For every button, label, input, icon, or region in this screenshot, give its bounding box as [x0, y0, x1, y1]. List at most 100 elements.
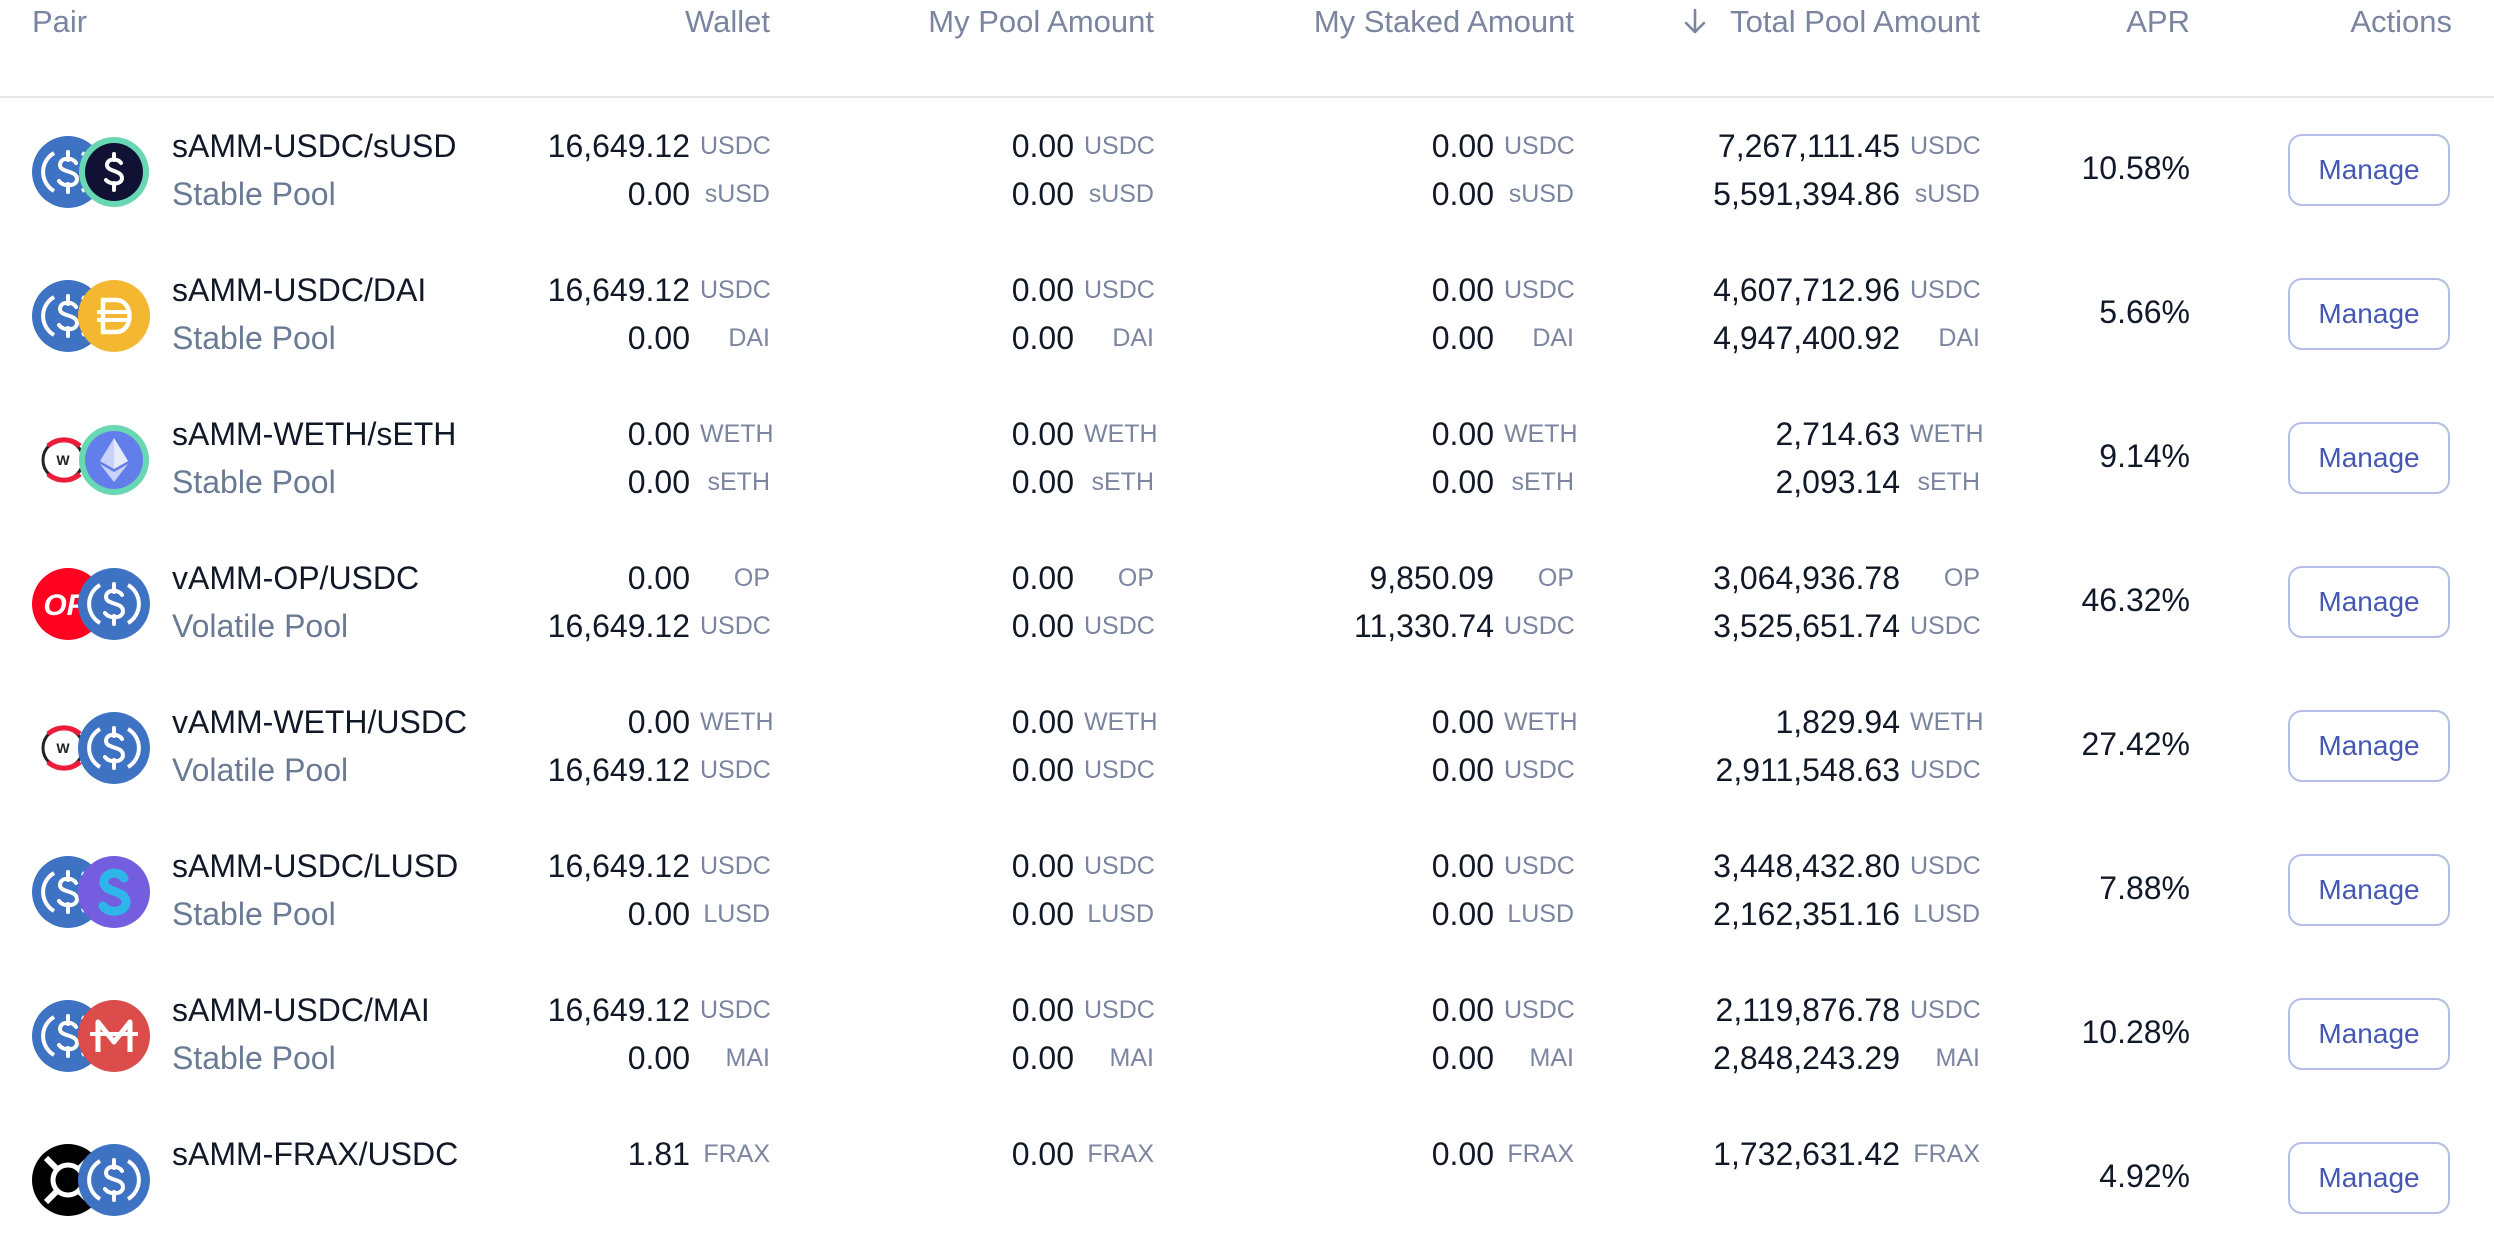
wallet-value: 1.81 — [627, 1136, 690, 1172]
pool-amount-value: 0.00 — [1011, 848, 1074, 884]
wallet-value: 16,649.12 — [547, 272, 690, 308]
pool-amount-symbol: WETH — [1084, 420, 1158, 448]
manage-button[interactable]: Manage — [2288, 134, 2450, 206]
column-my-staked-amount[interactable]: My Staked Amount — [1200, 2, 1574, 42]
wallet-value: 0.00 — [627, 560, 690, 596]
column-apr[interactable]: APR — [2000, 2, 2190, 42]
table-row[interactable]: sAMM-USDC/LUSD Stable Pool 16,649.12 USDC 0.… — [0, 818, 2494, 962]
table-row[interactable]: sAMM-USDC/MAI Stable Pool 16,649.12 USDC 0.0… — [0, 962, 2494, 1106]
wallet-value: 16,649.12 — [547, 848, 690, 884]
column-my-pool-amount[interactable]: My Pool Amount — [820, 2, 1154, 42]
pair-name: sAMM-USDC/MAI — [172, 992, 430, 1028]
manage-button[interactable]: Manage — [2288, 998, 2450, 1070]
pool-amount-symbol: USDC — [1084, 276, 1155, 304]
pair-name: vAMM-OP/USDC — [172, 560, 420, 596]
wallet-value: 0.00 — [627, 1040, 690, 1076]
table-row[interactable]: WsAMM-WETH/sETH Stable Pool 0.00 WETH 0.00 sE… — [0, 386, 2494, 530]
pool-amount-value: 0.00 — [1011, 176, 1074, 212]
column-pair[interactable]: Pair — [32, 2, 87, 42]
table-row[interactable]: WvAMM-WETH/USDC Volatile Pool 0.00 WETH 16,6… — [0, 674, 2494, 818]
staked-amount-value: 0.00 — [1431, 416, 1494, 452]
susd-icon — [78, 136, 150, 208]
wallet-value: 16,649.12 — [547, 128, 690, 164]
staked-amount-symbol: LUSD — [1507, 900, 1574, 928]
manage-button[interactable]: Manage — [2288, 854, 2450, 926]
apr-value: 5.66% — [2099, 294, 2190, 330]
wallet-value: 0.00 — [627, 416, 690, 452]
pool-amount-symbol: USDC — [1084, 996, 1155, 1024]
wallet-symbol: WETH — [700, 420, 774, 448]
mai-icon — [78, 1000, 150, 1072]
pair-name: sAMM-WETH/sETH — [172, 416, 457, 452]
wallet-symbol: FRAX — [703, 1140, 770, 1168]
manage-button[interactable]: Manage — [2288, 566, 2450, 638]
total-pool-amount-symbol: FRAX — [1913, 1140, 1980, 1168]
wallet-value: 0.00 — [627, 176, 690, 212]
wallet-symbol: DAI — [728, 324, 770, 352]
manage-button[interactable]: Manage — [2288, 278, 2450, 350]
staked-amount-value: 0.00 — [1431, 1136, 1494, 1172]
pool-type: Stable Pool — [172, 464, 336, 500]
svg-text:W: W — [56, 452, 70, 468]
wallet-value: 0.00 — [627, 320, 690, 356]
pool-type: Stable Pool — [172, 1040, 336, 1076]
pool-type: Stable Pool — [172, 320, 336, 356]
staked-amount-value: 0.00 — [1431, 848, 1494, 884]
pool-amount-value: 0.00 — [1011, 1040, 1074, 1076]
wallet-value: 16,649.12 — [547, 752, 690, 788]
total-pool-amount-value: 1,732,631.42 — [1713, 1136, 1900, 1172]
staked-amount-value: 0.00 — [1431, 992, 1494, 1028]
staked-amount-symbol: sUSD — [1508, 180, 1574, 208]
pair-name: sAMM-USDC/sUSD — [172, 128, 457, 164]
pool-amount-value: 0.00 — [1011, 752, 1074, 788]
total-pool-amount-value: 2,162,351.16 — [1713, 896, 1900, 932]
pair-icons — [30, 1000, 154, 1080]
usdc-icon — [78, 1144, 150, 1216]
pool-amount-value: 0.00 — [1011, 128, 1074, 164]
staked-amount-symbol: WETH — [1504, 420, 1578, 448]
staked-amount-symbol: USDC — [1504, 852, 1575, 880]
arrow-down-icon — [1680, 2, 1712, 52]
manage-button[interactable]: Manage — [2288, 1142, 2450, 1214]
table-row[interactable]: sAMM-FRAX/USDC 1.81 FRAX 0.00 FRAX 0.00 FRAX 1,… — [0, 1106, 2494, 1250]
staked-amount-value: 0.00 — [1431, 896, 1494, 932]
staked-amount-symbol: DAI — [1532, 324, 1574, 352]
pool-amount-symbol: sETH — [1091, 468, 1155, 496]
svg-text:W: W — [56, 740, 70, 756]
table-row[interactable]: OP vAMM-OP/USDC Volatile Pool 0.00 OP 16,649.… — [0, 530, 2494, 674]
table-row[interactable]: sAMM-USDC/DAI Stable Pool 16,649.12 USDC 0.0… — [0, 242, 2494, 386]
wallet-symbol: USDC — [700, 612, 771, 640]
wallet-value: 16,649.12 — [547, 608, 690, 644]
column-wallet[interactable]: Wallet — [520, 2, 770, 42]
total-pool-amount-symbol: sETH — [1917, 468, 1981, 496]
staked-amount-symbol: sETH — [1511, 468, 1575, 496]
table-header: Pair Wallet My Pool Amount My Staked Amo… — [0, 0, 2494, 98]
pool-amount-symbol: DAI — [1112, 324, 1154, 352]
pool-type: Stable Pool — [172, 896, 336, 932]
pool-amount-value: 0.00 — [1011, 272, 1074, 308]
wallet-symbol: MAI — [725, 1044, 770, 1072]
pair-icons — [30, 280, 154, 360]
staked-amount-symbol: USDC — [1504, 996, 1575, 1024]
table-row[interactable]: sAMM-USDC/sUSD Stable Pool 16,649.12 USDC 0.… — [0, 98, 2494, 242]
staked-amount-symbol: USDC — [1504, 612, 1575, 640]
total-pool-amount-symbol: USDC — [1910, 132, 1981, 160]
manage-button[interactable]: Manage — [2288, 710, 2450, 782]
staked-amount-symbol: USDC — [1504, 756, 1575, 784]
staked-amount-value: 0.00 — [1431, 752, 1494, 788]
pool-amount-symbol: WETH — [1084, 708, 1158, 736]
total-pool-amount-value: 2,119,876.78 — [1715, 992, 1900, 1028]
manage-button[interactable]: Manage — [2288, 422, 2450, 494]
pair-icons — [30, 1144, 154, 1224]
pool-amount-value: 0.00 — [1011, 896, 1074, 932]
staked-amount-value: 0.00 — [1431, 128, 1494, 164]
wallet-value: 0.00 — [627, 704, 690, 740]
total-pool-amount-symbol: USDC — [1910, 996, 1981, 1024]
total-pool-amount-value: 2,714.63 — [1775, 416, 1900, 452]
total-pool-amount-symbol: DAI — [1938, 324, 1980, 352]
column-total-pool-amount[interactable]: Total Pool Amount — [1724, 2, 1980, 42]
pair-icons: W — [30, 712, 154, 792]
staked-amount-value: 0.00 — [1431, 320, 1494, 356]
wallet-symbol: USDC — [700, 852, 771, 880]
apr-value: 7.88% — [2099, 870, 2190, 906]
